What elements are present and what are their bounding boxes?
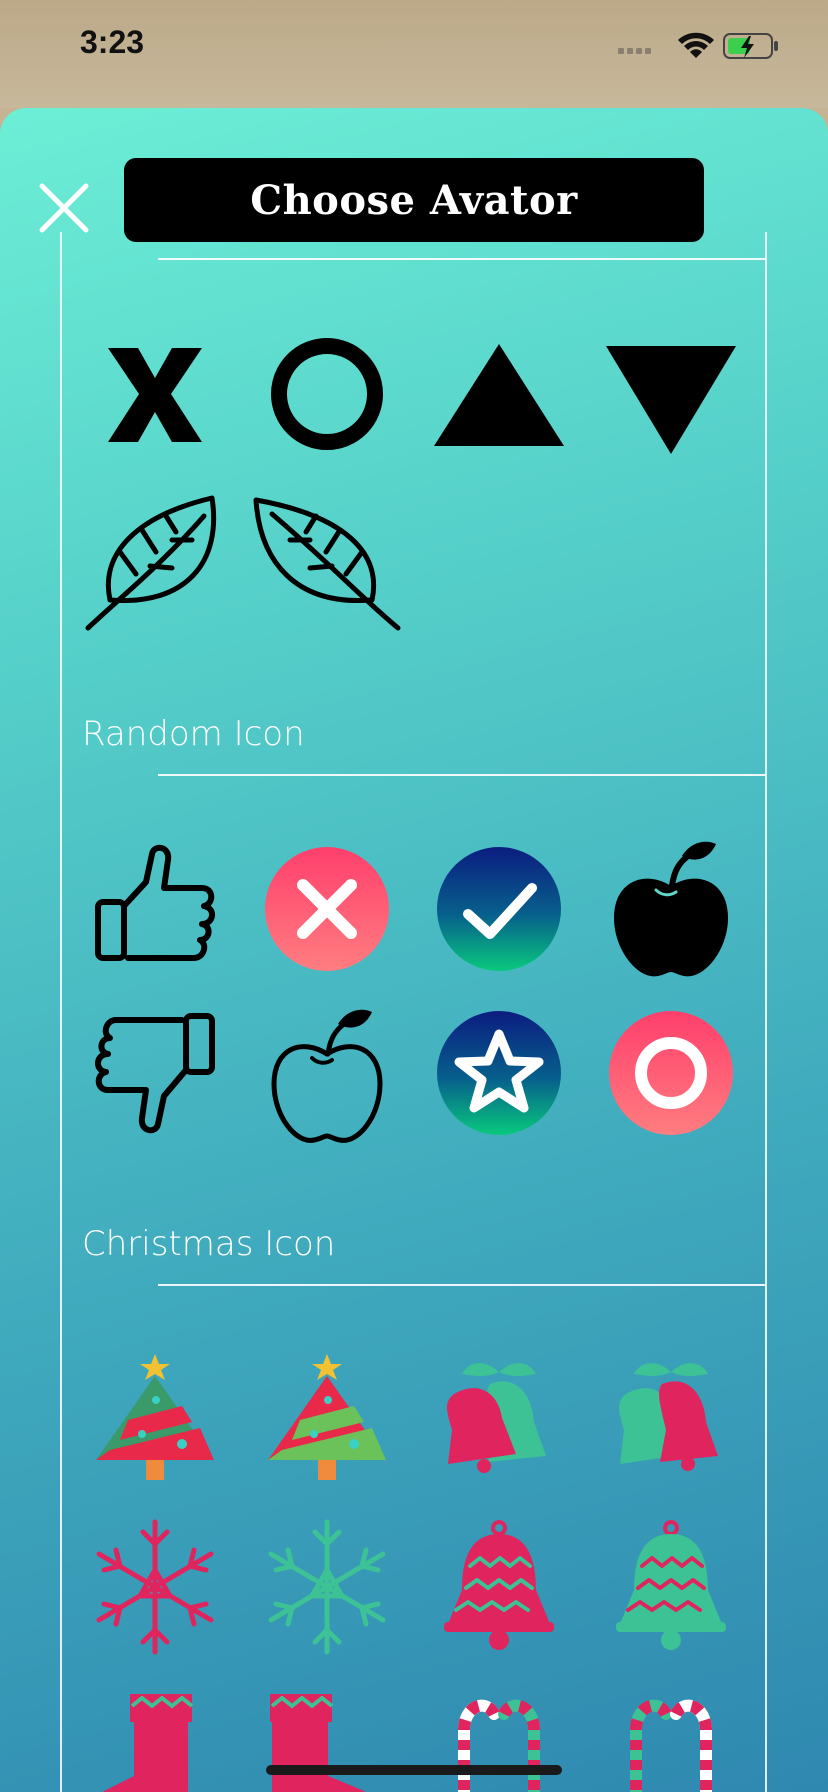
avatar-option[interactable] [252,318,402,468]
avatar-option[interactable] [80,1512,230,1662]
avatar-option[interactable] [596,834,746,984]
avatar-option[interactable] [424,998,574,1148]
bell-green-zigzag-icon [616,1520,726,1650]
avatar-option[interactable] [252,834,402,984]
avatar-option[interactable] [596,1680,746,1792]
avatar-option[interactable] [424,1344,574,1494]
thumbs-down-icon [95,1013,215,1134]
section-divider [158,1284,766,1286]
status-time: 3:23 [80,24,145,60]
home-indicator[interactable] [266,1765,562,1775]
avatar-option[interactable] [80,488,230,638]
snowflake-green-icon [268,1519,386,1655]
close-button[interactable] [36,180,92,236]
section-title-christmas: Christmas Icon [82,1224,336,1264]
avatar-option[interactable] [596,998,746,1148]
stocking-icon [103,1694,194,1792]
leaf-right-icon [85,495,217,631]
blue-star-circle-icon [437,1011,561,1135]
avatar-option[interactable] [596,318,746,468]
frame-right-border [765,232,767,1792]
battery-icon [723,33,778,59]
bells-green-front-icon [619,1363,718,1471]
red-ring-circle-icon [609,1011,733,1135]
title-banner: Choose Avator [124,158,704,242]
thumbs-up-icon [95,844,215,961]
status-icons [618,28,788,64]
avatar-option[interactable] [596,1512,746,1662]
signal-icon [618,48,651,54]
avatar-option[interactable] [80,834,230,984]
section-divider [158,258,766,260]
avatar-option[interactable] [424,318,574,468]
avatar-option[interactable] [424,834,574,984]
wifi-icon [678,32,714,58]
avatar-option[interactable] [80,998,230,1148]
status-bar: 3:23 [0,0,828,108]
avatar-option[interactable] [252,998,402,1148]
avatar-option[interactable] [252,1344,402,1494]
blue-check-circle-icon [437,847,561,971]
avatar-option[interactable] [80,1680,230,1792]
avatar-option[interactable] [80,318,230,468]
christmas-tree-green-icon [268,1354,386,1480]
avatar-option[interactable] [252,1680,402,1792]
red-x-circle-icon [265,847,389,971]
triangle-down-icon [606,346,736,454]
bells-red-front-icon [447,1363,546,1473]
leaf-left-icon [253,497,401,631]
snowflake-red-icon [96,1519,214,1655]
candy-cane-icon [630,1699,712,1792]
bell-red-zigzag-icon [444,1520,554,1650]
avatar-option[interactable] [252,488,402,638]
page-title: Choose Avator [250,176,578,224]
triangle-up-icon [434,344,564,446]
avatar-option[interactable] [424,1512,574,1662]
section-title-random: Random Icon [82,714,305,754]
avatar-option[interactable] [80,1344,230,1494]
avatar-sheet: Choose Avator Random Icon Christmas Icon [0,108,828,1792]
avatar-option[interactable] [596,1344,746,1494]
candy-cane-icon [458,1699,540,1792]
apple-outline-icon [271,1009,383,1143]
circle-outline-icon [271,338,383,450]
apple-filled-icon [614,841,728,977]
frame-left-border [60,232,62,1792]
avatar-option[interactable] [252,1512,402,1662]
section-divider [158,774,766,776]
close-icon [39,183,89,233]
x-mark-icon [108,348,202,442]
christmas-tree-red-icon [96,1354,214,1480]
stocking-icon [270,1694,365,1792]
avatar-option[interactable] [424,1680,574,1792]
